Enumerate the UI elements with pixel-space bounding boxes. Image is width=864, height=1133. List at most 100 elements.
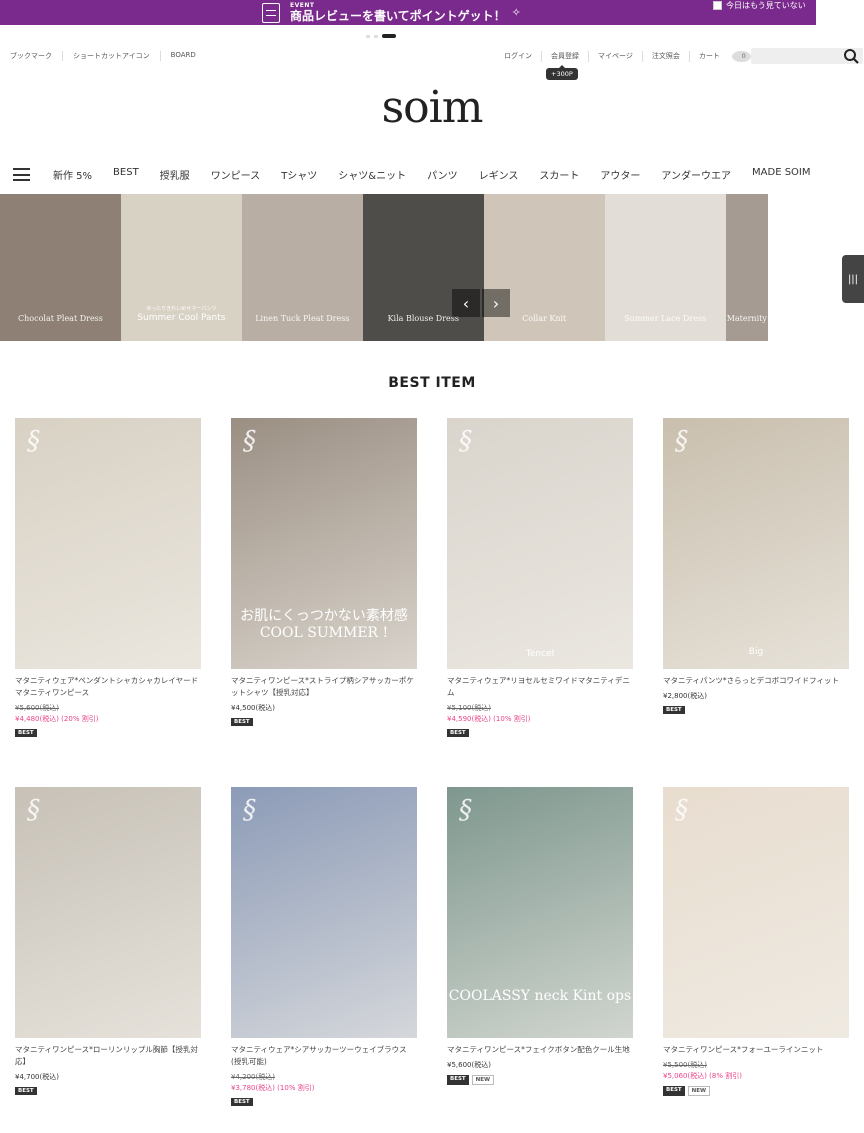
hero-tile[interactable]: Kila Blouse Dress — [362, 194, 484, 341]
product-image[interactable]: § Big — [663, 418, 849, 669]
hero-tile-caption: Linen Tuck Pleat Dress — [255, 314, 350, 323]
product-name[interactable]: マタニティワンピース*フェイクボタン配色クール生地 — [447, 1044, 633, 1056]
hero-tile[interactable]: Summer Lace Dress — [604, 194, 726, 341]
product-card[interactable]: § マタニティウェア*ペンダントシャカシャカレイヤードマタニティワンピース ¥5,6… — [15, 418, 201, 737]
shortcut-icon-link[interactable]: ショートカットアイコン — [62, 51, 160, 61]
hide-today-toggle[interactable]: 今日はもう見ていない — [713, 0, 806, 11]
product-name[interactable]: マタニティワンピース*ストライプ柄シアサッカーポケットシャツ【授乳対応】 — [231, 675, 417, 699]
category-tshirt[interactable]: Tシャツ — [281, 167, 317, 182]
hero-tile[interactable]: Maternity — [725, 194, 768, 341]
best-badge: BEST — [15, 729, 37, 737]
category-new[interactable]: 新作 5% — [53, 167, 92, 182]
category-pants[interactable]: パンツ — [427, 167, 458, 182]
category-leggings[interactable]: レギンス — [479, 167, 519, 182]
category-nursing[interactable]: 授乳服 — [160, 167, 190, 182]
product-badges: BEST — [663, 706, 849, 714]
product-image[interactable]: § お肌にくっつかない素材感 COOL SUMMER ! — [231, 418, 417, 669]
product-price: ¥4,500(税込) — [231, 704, 275, 712]
brand-mark-icon: § — [27, 426, 40, 456]
login-link[interactable]: ログイン — [504, 51, 541, 62]
hero-tile[interactable]: Chocolat Pleat Dress — [0, 194, 121, 341]
event-texts: EVENT 商品レビューを書いてポイントゲット！ — [290, 3, 506, 23]
product-card[interactable]: § マタニティワンピース*ローリンリップル胸節【授乳対応】 ¥4,700(税込) BE… — [15, 787, 201, 1095]
product-card[interactable]: § Tencel マタニティウェア*リヨセルセミワイドマタニティデニム ¥5,100(… — [447, 418, 633, 737]
search-icon[interactable] — [842, 48, 860, 64]
product-image[interactable]: § Tencel — [447, 418, 633, 669]
section-title: BEST ITEM — [388, 375, 476, 391]
event-content: EVENT 商品レビューを書いてポイントゲット！ ✧ — [262, 0, 521, 25]
carousel-next-button[interactable]: › — [482, 289, 510, 317]
register-link[interactable]: 会員登録 — [541, 51, 588, 62]
product-price: ¥5,500(税込) — [663, 1061, 707, 1069]
product-card[interactable]: § Big マタニティパンツ*さらっとデコボコワイドフィット ¥2,800(税込) BE… — [663, 418, 849, 714]
hide-today-checkbox[interactable] — [713, 1, 722, 10]
product-card[interactable]: § お肌にくっつかない素材感 COOL SUMMER ! マタニティワンピース*スト… — [231, 418, 417, 726]
pagination-dot[interactable] — [366, 34, 370, 38]
product-image[interactable]: § — [663, 787, 849, 1038]
product-name[interactable]: マタニティワンピース*ローリンリップル胸節【授乳対応】 — [15, 1044, 201, 1068]
category-outer[interactable]: アウター — [600, 167, 640, 182]
hero-tile[interactable]: ゆったりきれいめサマーパンツ Summer Cool Pants — [120, 194, 242, 341]
product-name[interactable]: マタニティパンツ*さらっとデコボコワイドフィット — [663, 675, 849, 687]
hero-tile[interactable]: Collar Knit — [483, 194, 605, 341]
carousel-prev-button[interactable]: ‹ — [452, 289, 480, 317]
pagination-dot-active[interactable] — [382, 34, 396, 38]
new-badge: NEW — [471, 1075, 495, 1085]
hero-tile-subcaption: ゆったりきれいめサマーパンツ — [146, 306, 217, 312]
product-price: ¥2,800(税込) — [663, 692, 707, 700]
category-nav: 新作 5% BEST 授乳服 ワンピース Tシャツ シャツ&ニット パンツ レギ… — [53, 167, 832, 182]
board-link[interactable]: BOARD — [159, 51, 206, 61]
product-price: ¥5,100(税込) — [447, 704, 491, 712]
product-badges: BEST — [447, 729, 633, 737]
hamburger-menu-icon[interactable] — [13, 168, 30, 181]
product-image[interactable]: § — [231, 787, 417, 1038]
pagination-dot[interactable] — [374, 34, 378, 38]
product-sale-price: ¥4,480(税込) (20% 割引) — [15, 715, 99, 723]
product-price: ¥5,600(税込) — [447, 1061, 491, 1069]
bookmark-link[interactable]: ブックマーク — [10, 51, 62, 61]
util-nav-left: ブックマーク ショートカットアイコン BOARD — [10, 51, 206, 61]
product-image[interactable]: § — [15, 418, 201, 669]
brand-mark-icon: § — [675, 795, 688, 825]
best-badge: BEST — [231, 718, 253, 726]
event-title: 商品レビューを書いてポイントゲット！ — [290, 9, 506, 23]
product-image[interactable]: § COOLASSY neck Kint ops — [447, 787, 633, 1038]
product-badges: BEST NEW — [663, 1086, 849, 1096]
hide-today-label: 今日はもう見ていない — [726, 1, 806, 10]
side-panel-tab[interactable]: ||| — [842, 255, 864, 303]
category-best[interactable]: BEST — [113, 167, 139, 182]
product-price: ¥5,600(税込) — [15, 704, 59, 712]
product-card[interactable]: § マタニティウェア*シアサッカーツーウェイブラウス(授乳可能) ¥4,200(税込… — [231, 787, 417, 1106]
best-badge: BEST — [663, 1086, 685, 1096]
category-skirt[interactable]: スカート — [539, 167, 579, 182]
cart-label: カート — [698, 52, 720, 60]
category-made-soim[interactable]: MADE SOIM — [752, 167, 810, 182]
order-inquiry-link[interactable]: 注文照会 — [641, 51, 689, 62]
product-card[interactable]: § COOLASSY neck Kint ops マタニティワンピース*フェイクボタ… — [447, 787, 633, 1085]
category-underwear[interactable]: アンダーウエア — [661, 167, 731, 182]
product-name[interactable]: マタニティウェア*リヨセルセミワイドマタニティデニム — [447, 675, 633, 699]
chevron-right-icon: › — [492, 293, 500, 313]
hero-tile-caption: Summer Cool Pants — [137, 313, 226, 323]
product-badges: BEST — [231, 718, 417, 726]
chevron-left-icon: ‹ — [462, 293, 470, 313]
product-name[interactable]: マタニティウェア*ペンダントシャカシャカレイヤードマタニティワンピース — [15, 675, 201, 699]
hero-tile-caption: Summer Lace Dress — [624, 314, 707, 323]
document-icon — [262, 2, 280, 23]
product-name[interactable]: マタニティウェア*シアサッカーツーウェイブラウス(授乳可能) — [231, 1044, 417, 1068]
event-banner[interactable]: EVENT 商品レビューを書いてポイントゲット！ ✧ 今日はもう見ていない — [0, 0, 816, 25]
category-shirt-knit[interactable]: シャツ&ニット — [338, 167, 406, 182]
mypage-link[interactable]: マイページ — [588, 51, 642, 62]
hero-tile[interactable]: Linen Tuck Pleat Dress — [241, 194, 363, 341]
product-image-caption: Tencel — [525, 649, 555, 659]
category-onepiece[interactable]: ワンピース — [211, 167, 261, 182]
sparkle-icon: ✧ — [511, 6, 521, 19]
product-image[interactable]: § — [15, 787, 201, 1038]
product-name[interactable]: マタニティワンピース*フォーユーラインニット — [663, 1044, 849, 1056]
site-logo[interactable]: soim — [0, 82, 864, 133]
product-sale-price: ¥3,780(税込) (10% 割引) — [231, 1084, 315, 1092]
best-badge: BEST — [447, 1075, 469, 1085]
brand-mark-icon: § — [243, 426, 256, 456]
cart-link[interactable]: カート 0 — [688, 51, 760, 62]
product-card[interactable]: § マタニティワンピース*フォーユーラインニット ¥5,500(税込) ¥5,060(… — [663, 787, 849, 1096]
